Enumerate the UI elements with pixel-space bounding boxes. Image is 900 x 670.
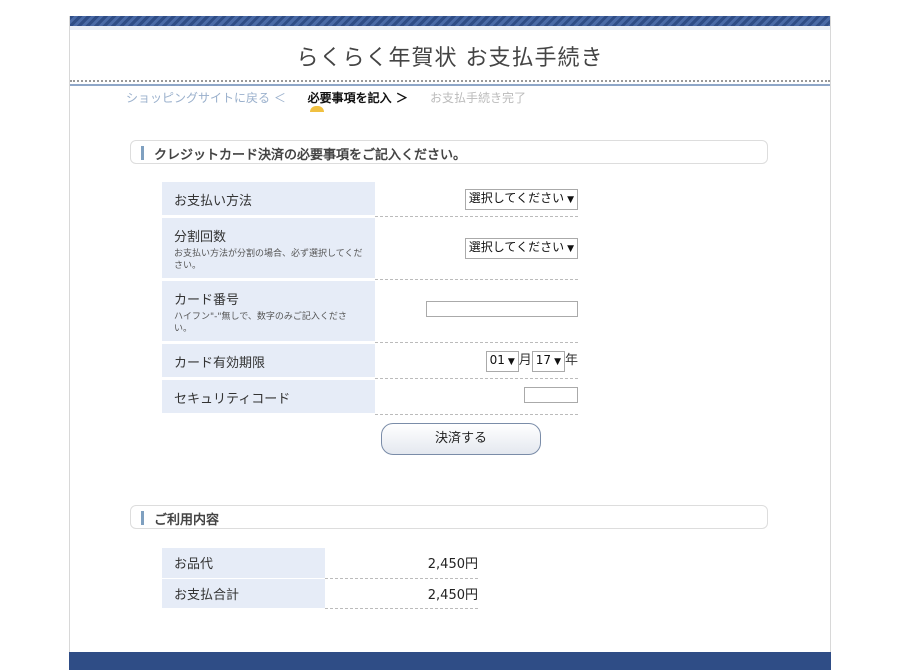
usage-row-total: お支払合計 2,450円 xyxy=(162,578,478,609)
payment-method-select[interactable]: 選択してください ▼ xyxy=(464,188,578,210)
heading-accent-bar xyxy=(141,146,144,160)
card-number-label: カード番号 ハイフン"-"無しで、数字のみご記入ください。 xyxy=(162,279,375,344)
total-label: お支払合計 xyxy=(162,578,325,609)
installments-row: 分割回数 お支払い方法が分割の場合、必ず選択してください。 選択してください ▼ xyxy=(162,216,578,281)
breadcrumb-current-label: 必要事項を記入 ＞ xyxy=(307,91,408,105)
header-divider xyxy=(70,84,830,86)
top-band xyxy=(70,26,830,30)
card-number-input[interactable] xyxy=(426,301,578,317)
dropdown-arrow-icon: ▼ xyxy=(567,194,574,205)
submit-payment-button[interactable]: 決済する xyxy=(381,423,541,455)
usage-section-heading: ご利用内容 xyxy=(130,505,768,529)
security-code-label: セキュリティコード xyxy=(162,378,375,416)
month-unit-label: 月 xyxy=(518,353,532,368)
page-container: らくらく年賀状 お支払手続き ショッピングサイトに戻る ＜ 必要事項を記入 ＞ … xyxy=(69,16,831,670)
item-price-label: お品代 xyxy=(162,548,325,579)
breadcrumb: ショッピングサイトに戻る ＜ 必要事項を記入 ＞ お支払手続き完了 xyxy=(126,89,527,112)
card-expiry-fields: 01 ▼ 月 17 ▼ 年 xyxy=(485,351,578,372)
heading-accent-bar xyxy=(141,511,144,525)
page-title: らくらく年賀状 お支払手続き xyxy=(296,46,604,71)
payment-section-title: クレジットカード決済の必要事項をご記入ください。 xyxy=(154,148,467,163)
total-value: 2,450円 xyxy=(325,578,478,609)
dropdown-arrow-icon: ▼ xyxy=(567,243,574,254)
payment-form-table: お支払い方法 選択してください ▼ 分割回数 お支払い方法が分割の場合、必ず選択し… xyxy=(162,182,578,416)
usage-section-title: ご利用内容 xyxy=(154,513,220,528)
payment-method-label: お支払い方法 xyxy=(162,182,375,218)
payment-section-heading: クレジットカード決済の必要事項をご記入ください。 xyxy=(130,140,768,164)
footer-bar xyxy=(69,652,831,670)
card-number-note: ハイフン"-"無しで、数字のみご記入ください。 xyxy=(174,312,347,334)
installments-select[interactable]: 選択してください ▼ xyxy=(464,237,578,259)
dropdown-arrow-icon: ▼ xyxy=(554,357,561,367)
security-code-row: セキュリティコード xyxy=(162,378,578,416)
back-to-shop-link[interactable]: ショッピングサイトに戻る ＜ xyxy=(126,91,286,105)
card-number-row: カード番号 ハイフン"-"無しで、数字のみご記入ください。 xyxy=(162,279,578,344)
payment-method-row: お支払い方法 選択してください ▼ xyxy=(162,182,578,218)
year-unit-label: 年 xyxy=(564,353,578,368)
breadcrumb-current-step: 必要事項を記入 ＞ xyxy=(307,91,412,112)
expiry-year-select[interactable]: 17 ▼ xyxy=(531,351,565,372)
security-code-input[interactable] xyxy=(524,386,578,403)
card-expiry-label: カード有効期限 xyxy=(162,342,375,380)
card-expiry-row: カード有効期限 01 ▼ 月 17 ▼ 年 xyxy=(162,342,578,380)
usage-table: お品代 2,450円 お支払合計 2,450円 xyxy=(162,548,478,609)
header-dotted-divider xyxy=(70,80,830,82)
installments-note: お支払い方法が分割の場合、必ず選択してください。 xyxy=(174,249,363,271)
top-stripe xyxy=(70,16,830,26)
current-step-marker-icon xyxy=(309,106,324,112)
dropdown-arrow-icon: ▼ xyxy=(507,357,515,367)
usage-row-item-price: お品代 2,450円 xyxy=(162,548,478,579)
installments-label: 分割回数 お支払い方法が分割の場合、必ず選択してください。 xyxy=(162,216,375,281)
item-price-value: 2,450円 xyxy=(325,548,478,579)
expiry-month-select[interactable]: 01 ▼ xyxy=(485,351,519,372)
breadcrumb-next-step: お支払手続き完了 xyxy=(430,91,527,105)
